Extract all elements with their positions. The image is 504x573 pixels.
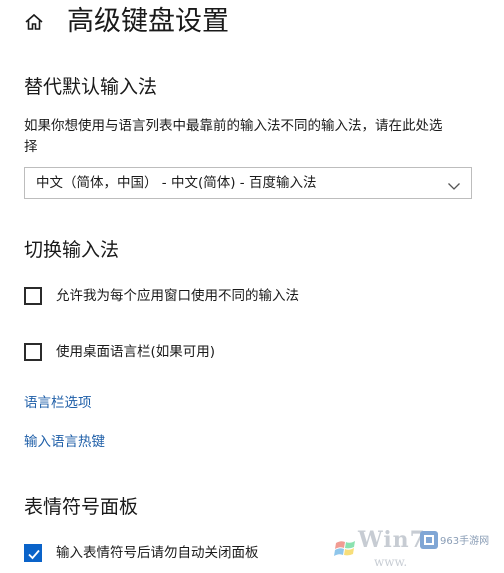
per-app-input-method-checkbox[interactable] — [24, 287, 42, 305]
desktop-language-bar-checkbox-row[interactable]: 使用桌面语言栏(如果可用) — [24, 342, 464, 364]
page-header: 高级键盘设置 — [0, 0, 504, 46]
per-app-input-method-checkbox-row[interactable]: 允许我为每个应用窗口使用不同的输入法 — [24, 286, 464, 308]
override-description: 如果你想使用与语言列表中最靠前的输入法不同的输入法，请在此处选择 — [24, 118, 443, 155]
desktop-language-bar-checkbox[interactable] — [24, 343, 42, 361]
override-section-title: 替代默认输入法 — [24, 76, 158, 98]
checkbox-label: 输入表情符号后请勿自动关闭面板 — [56, 545, 259, 561]
dropdown-selected-value: 中文（简体，中国） - 中文(简体) - 百度输入法 — [36, 175, 317, 191]
chevron-down-icon — [447, 177, 461, 190]
language-bar-options-link[interactable]: 语言栏选项 — [24, 393, 92, 413]
input-language-hotkeys-link[interactable]: 输入语言热键 — [24, 432, 105, 452]
site-watermark: Win7 www. 963手游网 — [312, 523, 504, 573]
page-title: 高级键盘设置 — [67, 6, 229, 37]
checkbox-label: 使用桌面语言栏(如果可用) — [56, 344, 216, 360]
emoji-panel-keep-open-checkbox[interactable] — [24, 544, 42, 562]
home-icon[interactable] — [24, 12, 44, 32]
check-icon — [28, 549, 40, 560]
emoji-section-title: 表情符号面板 — [24, 496, 139, 518]
default-input-method-dropdown[interactable]: 中文（简体，中国） - 中文(简体) - 百度输入法 — [24, 167, 472, 199]
switch-section-title: 切换输入法 — [24, 239, 120, 261]
checkbox-label: 允许我为每个应用窗口使用不同的输入法 — [56, 288, 299, 304]
windows-flag-icon — [334, 541, 355, 556]
site-logo-icon — [420, 531, 438, 549]
